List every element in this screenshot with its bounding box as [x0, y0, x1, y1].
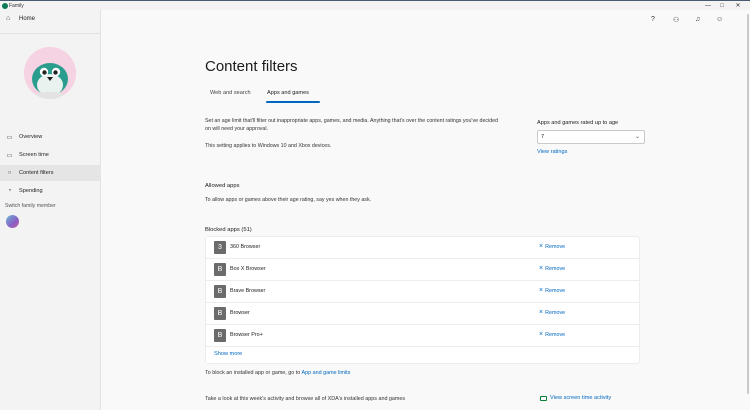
page-title: Content filters [205, 58, 298, 75]
block-hint-prefix: To block an installed app or game, go to [205, 370, 302, 376]
family-settings-icon[interactable]: ⚇ [673, 16, 679, 24]
remove-button[interactable]: × Remove [539, 243, 565, 250]
age-rating-dropdown[interactable]: 7 ⌄ [537, 130, 645, 144]
age-rating-value: 7 [541, 134, 545, 140]
remove-button[interactable]: × Remove [539, 287, 565, 294]
allowed-apps-description: To allow apps or games above their age r… [205, 197, 372, 203]
sidebar-item-label: Overview [19, 134, 43, 140]
close-icon: × [539, 265, 544, 272]
sidebar: ⌂ Home ▭ Overview ▭ Screen time ○ Conten… [0, 10, 101, 410]
overview-icon: ▭ [6, 134, 13, 141]
sidebar-item-overview[interactable]: ▭ Overview [0, 129, 101, 145]
family-app-icon [2, 3, 8, 9]
notifications-icon[interactable]: ♫ [695, 16, 700, 23]
home-label: Home [19, 15, 36, 22]
remove-label: Remove [545, 331, 566, 338]
switch-family-member-label: Switch family member [5, 203, 56, 209]
screen-time-activity-icon [540, 395, 547, 401]
member-avatar [24, 47, 76, 99]
block-hint-text: To block an installed app or game, go to… [205, 370, 350, 376]
app-letter-icon: B [214, 285, 226, 298]
close-icon: × [539, 309, 544, 316]
home-nav-item[interactable]: ⌂ Home [6, 15, 35, 22]
list-item: B Box X Browser × Remove [206, 259, 641, 281]
applies-to-description: This setting applies to Windows 10 and X… [205, 143, 332, 149]
app-name: Browser Pro+ [230, 332, 263, 338]
app-letter-icon: B [214, 329, 226, 342]
remove-label: Remove [545, 287, 566, 294]
sidebar-divider [0, 33, 101, 34]
app-letter-icon: B [214, 263, 226, 276]
show-more-link[interactable]: Show more [214, 351, 242, 357]
activity-description: Take a look at this week's activity and … [205, 396, 406, 402]
app-name: 360 Browser [230, 244, 261, 250]
sidebar-item-spending[interactable]: ◔ Spending [0, 183, 101, 199]
app-name: Browser [230, 310, 250, 316]
sidebar-item-label: Content filters [19, 170, 54, 176]
age-limit-description: Set an age limit that'll filter out inap… [205, 118, 499, 132]
sidebar-item-label: Screen time [19, 152, 49, 158]
window-title: Family [9, 3, 24, 9]
blocked-apps-title: Blocked apps (51) [205, 227, 252, 233]
screen-time-icon: ▭ [6, 152, 13, 159]
age-rating-label: Apps and games rated up to age [537, 120, 619, 126]
close-icon: × [539, 331, 544, 338]
sidebar-item-label: Spending [19, 188, 43, 194]
remove-button[interactable]: × Remove [539, 331, 565, 338]
blocked-apps-list: 3 360 Browser × Remove B Box X Browser × R… [205, 236, 641, 364]
remove-label: Remove [545, 243, 566, 250]
app-letter-icon: B [214, 307, 226, 320]
view-screen-time-activity-link[interactable]: View screen time activity [540, 395, 611, 401]
scrollbar-thumb[interactable] [747, 14, 749, 394]
list-item: B Browser × Remove [206, 303, 641, 325]
list-item: B Browser Pro+ × Remove [206, 325, 641, 347]
close-icon: × [539, 243, 544, 250]
remove-button[interactable]: × Remove [539, 265, 565, 272]
title-bar: Family — □ ✕ [0, 0, 750, 10]
spending-icon: ◔ [7, 188, 12, 194]
active-tab-indicator [266, 101, 320, 103]
account-icon[interactable]: ☺ [716, 16, 723, 23]
app-letter-icon: 3 [214, 241, 226, 254]
close-icon: × [539, 287, 544, 294]
view-screen-time-activity-label: View screen time activity [550, 395, 612, 401]
app-name: Box X Browser [230, 266, 266, 272]
sidebar-item-screen-time[interactable]: ▭ Screen time [0, 147, 101, 163]
help-icon[interactable]: ? [651, 16, 655, 23]
remove-button[interactable]: × Remove [539, 309, 565, 316]
remove-label: Remove [545, 309, 566, 316]
chevron-down-icon: ⌄ [634, 134, 640, 140]
family-member-avatar[interactable] [6, 215, 19, 228]
remove-label: Remove [545, 265, 566, 272]
allowed-apps-title: Allowed apps [205, 183, 240, 189]
view-ratings-link[interactable]: View ratings [537, 149, 567, 155]
app-and-game-limits-link[interactable]: App and game limits [302, 370, 351, 376]
sidebar-item-content-filters[interactable]: ○ Content filters [0, 165, 101, 181]
tab-apps-and-games[interactable]: Apps and games [267, 90, 309, 96]
list-item: 3 360 Browser × Remove [206, 237, 641, 259]
content-filters-icon: ○ [7, 170, 12, 176]
scrollbar[interactable] [746, 10, 750, 410]
home-icon: ⌂ [6, 15, 11, 22]
tab-web-and-search[interactable]: Web and search [210, 90, 251, 96]
app-name: Brave Browser [230, 288, 266, 294]
list-item: B Brave Browser × Remove [206, 281, 641, 303]
main-content: ? ⚇ ♫ ☺ Content filters Web and search A… [101, 10, 750, 410]
